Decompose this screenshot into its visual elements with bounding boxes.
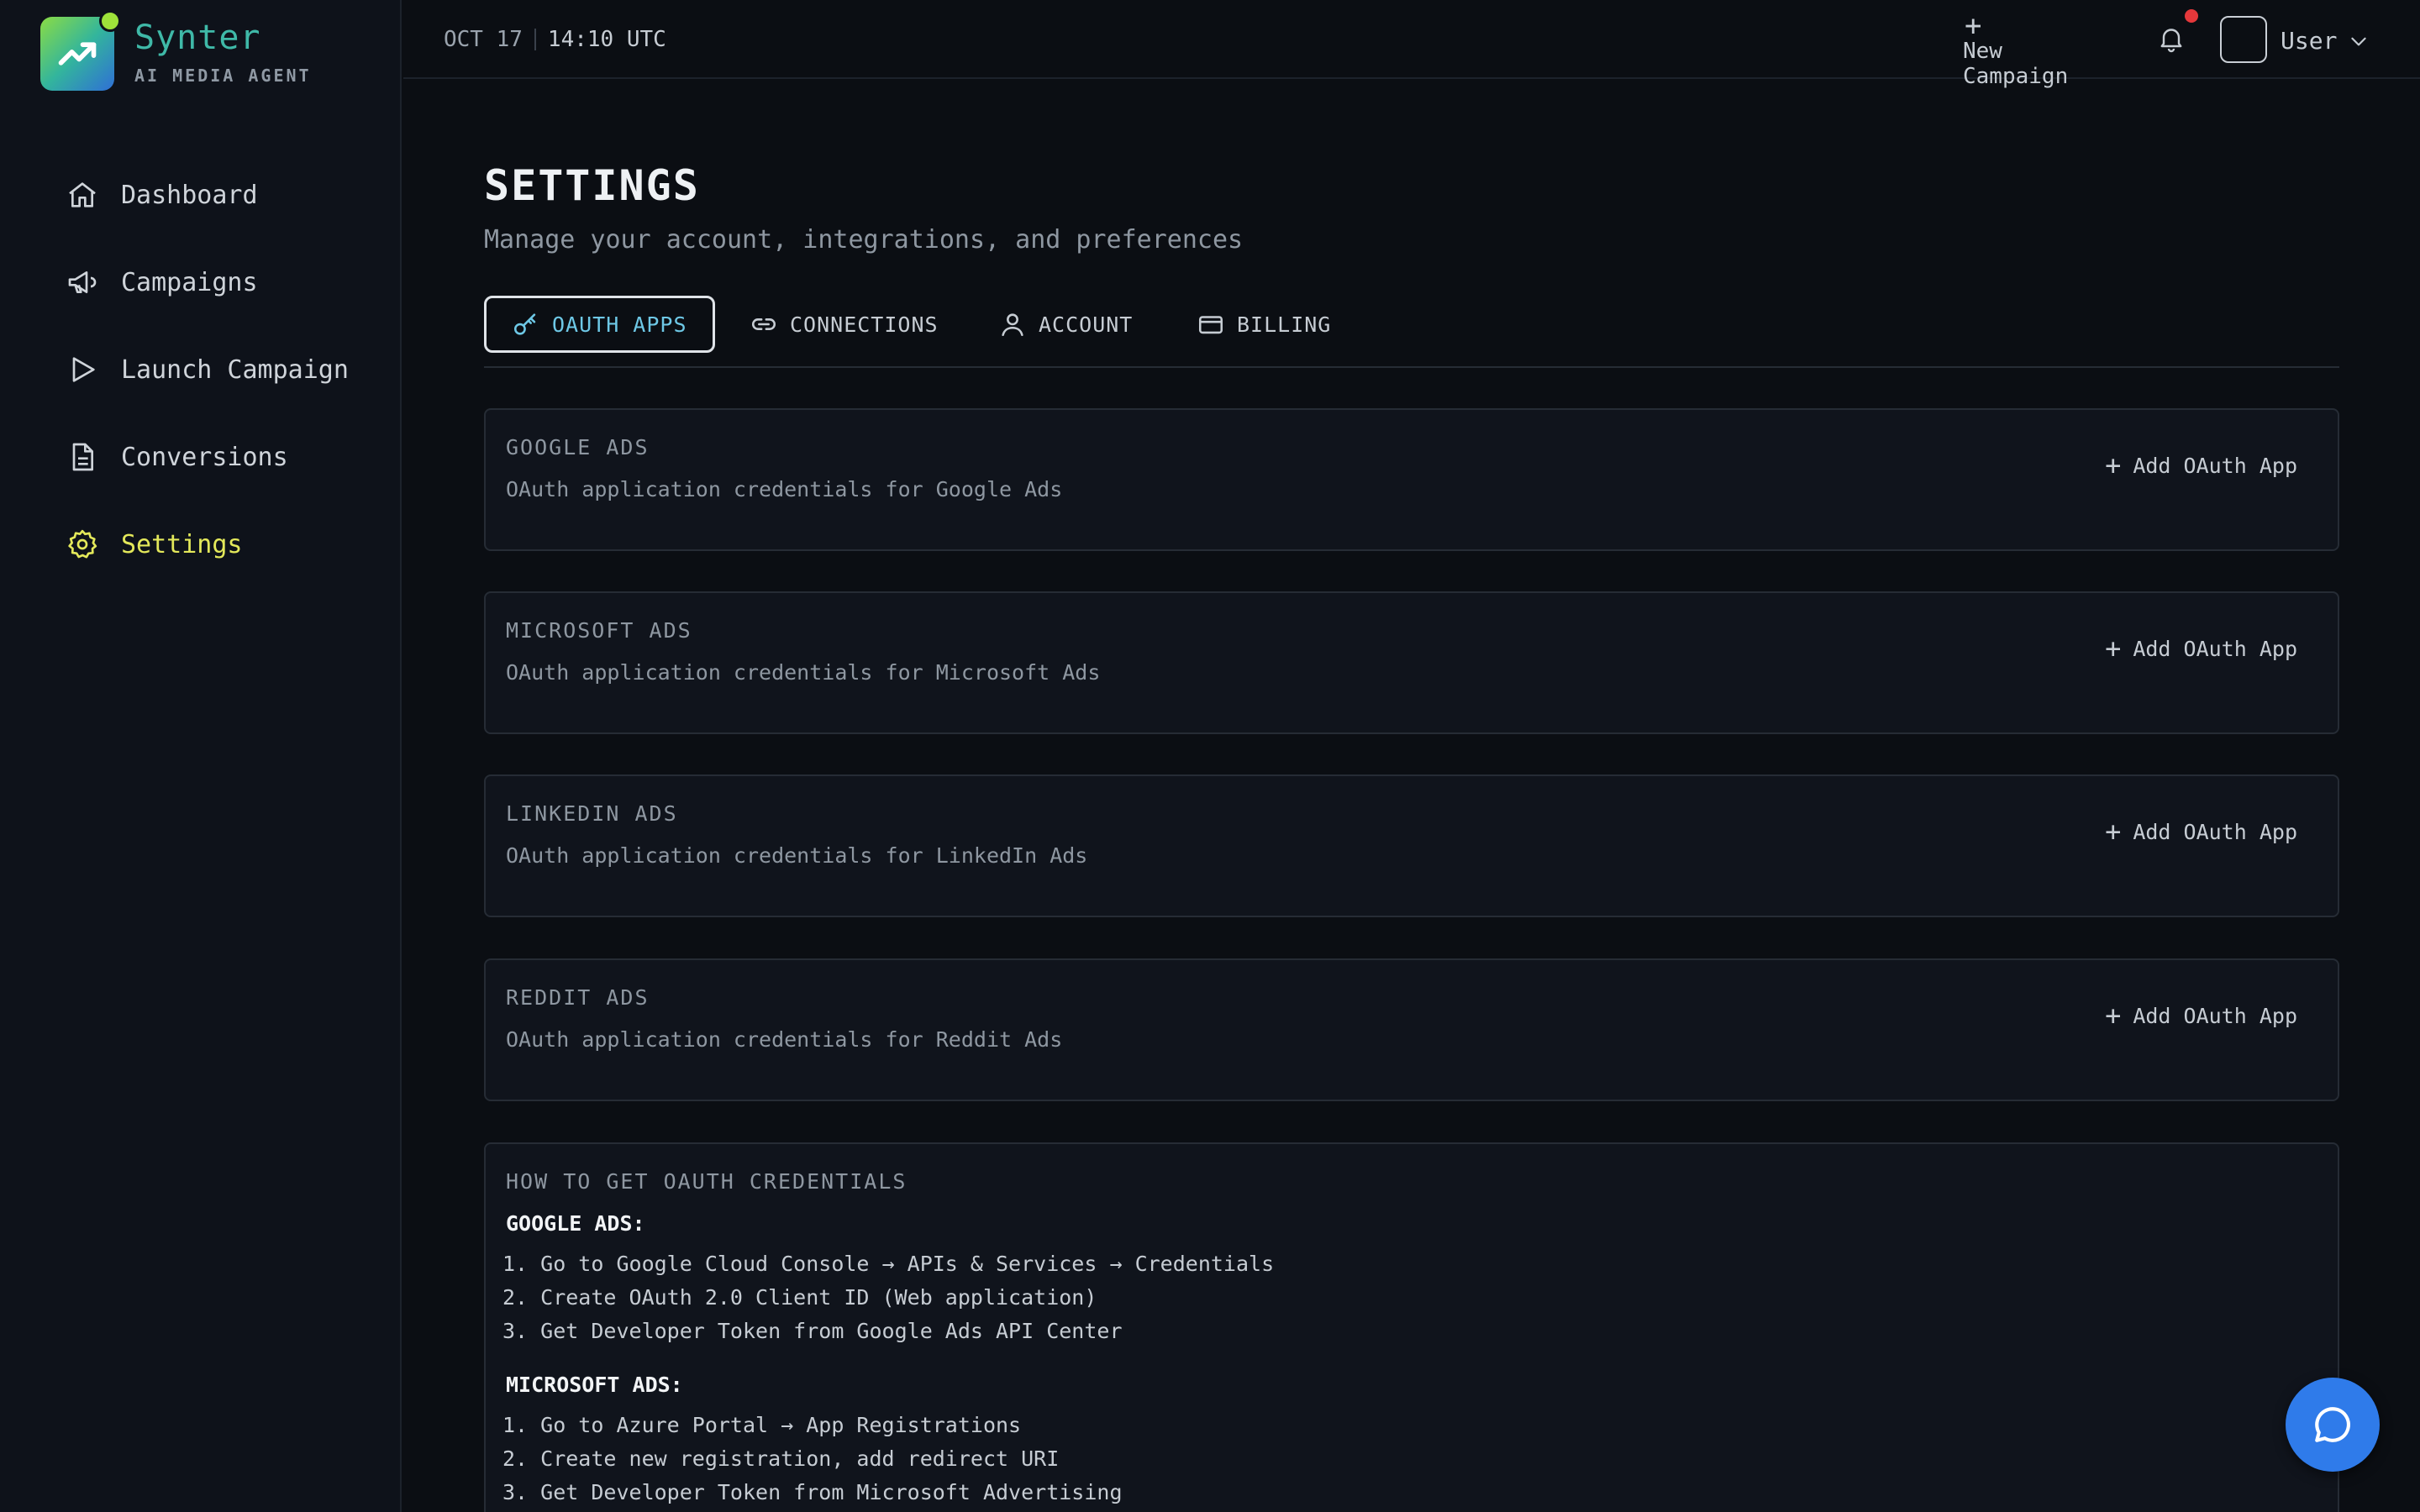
page-subtitle: Manage your account, integrations, and p…	[484, 225, 1244, 255]
instruction-step: 3. Get Developer Token from Microsoft Ad…	[502, 1480, 1123, 1504]
divider	[534, 29, 536, 50]
brand-name: Synter	[134, 18, 261, 57]
tab-billing[interactable]: BILLING	[1197, 296, 1331, 353]
plus-icon: +	[1965, 9, 1982, 43]
sidebar-item-label: Launch Campaign	[121, 354, 349, 385]
add-oauth-app-button[interactable]: + Add OAuth App	[2105, 635, 2297, 662]
avatar[interactable]	[2220, 16, 2267, 63]
chat-bubble-icon	[2315, 1407, 2350, 1442]
instruction-step: 2. Create OAuth 2.0 Client ID (Web appli…	[502, 1285, 1097, 1310]
credit-card-icon	[1198, 316, 1223, 334]
settings-tabs: OAUTH APPS CONNECTIONS ACCOUNT BILLING	[484, 296, 2339, 368]
top-bar: OCT 17 14:10 UTC	[403, 0, 2420, 79]
card-description: OAuth application credentials for Reddit…	[506, 1027, 1063, 1052]
plus-icon: +	[2105, 633, 2122, 664]
provider-card-microsoft-ads: MICROSOFT ADS OAuth application credenti…	[484, 591, 2339, 734]
brand-tagline: AI MEDIA AGENT	[134, 66, 312, 86]
button-label: Add OAuth App	[2133, 1003, 2297, 1028]
sidebar-nav: Dashboard Campaigns Launch Campaign Conv…	[66, 151, 385, 588]
sidebar-item-label: Dashboard	[121, 180, 258, 210]
document-icon	[72, 443, 93, 471]
plus-icon: +	[2105, 449, 2122, 481]
notification-badge	[2185, 9, 2198, 23]
key-icon	[513, 313, 536, 335]
new-campaign-label: New Campaign	[1963, 39, 2069, 89]
home-icon	[69, 182, 96, 207]
card-title: LINKEDIN ADS	[506, 801, 678, 826]
current-date: OCT 17	[444, 27, 523, 52]
sidebar-item-conversions[interactable]: Conversions	[66, 413, 385, 501]
tab-oauth-apps[interactable]: OAUTH APPS	[484, 296, 715, 353]
date-time: OCT 17 14:10 UTC	[444, 27, 666, 52]
instructions-section-heading: MICROSOFT ADS:	[506, 1373, 683, 1397]
provider-card-reddit-ads: REDDIT ADS OAuth application credentials…	[484, 958, 2339, 1101]
tab-label: OAUTH APPS	[552, 312, 687, 337]
button-label: Add OAuth App	[2133, 636, 2297, 661]
instruction-step: 3. Get Developer Token from Google Ads A…	[502, 1319, 1123, 1343]
current-time: 14:10 UTC	[547, 27, 666, 52]
page-title: SETTINGS	[484, 161, 700, 210]
sidebar: Synter AI MEDIA AGENT Dashboard Campaign…	[0, 0, 402, 1512]
provider-card-linkedin-ads: LINKEDIN ADS OAuth application credentia…	[484, 774, 2339, 917]
trending-up-icon	[58, 42, 97, 66]
card-description: OAuth application credentials for Linked…	[506, 843, 1088, 868]
sidebar-item-label: Conversions	[121, 442, 288, 472]
sidebar-item-campaigns[interactable]: Campaigns	[66, 239, 385, 326]
play-icon	[72, 357, 95, 382]
user-menu-label[interactable]: User	[2281, 27, 2337, 55]
sidebar-item-launch-campaign[interactable]: Launch Campaign	[66, 326, 385, 413]
sidebar-item-label: Campaigns	[121, 267, 258, 297]
new-campaign-button[interactable]: + New Campaign	[1963, 9, 2114, 89]
sidebar-item-label: Settings	[121, 529, 243, 559]
chat-button[interactable]	[2286, 1378, 2380, 1472]
add-oauth-app-button[interactable]: + Add OAuth App	[2105, 452, 2297, 479]
gear-icon	[68, 529, 97, 559]
tab-label: BILLING	[1237, 312, 1332, 337]
bell-icon[interactable]	[2156, 24, 2186, 54]
card-description: OAuth application credentials for Google…	[506, 477, 1063, 501]
instructions-section-heading: GOOGLE ADS:	[506, 1211, 645, 1236]
card-title: GOOGLE ADS	[506, 435, 650, 459]
tab-connections[interactable]: CONNECTIONS	[750, 296, 939, 353]
button-label: Add OAuth App	[2133, 453, 2297, 478]
add-oauth-app-button[interactable]: + Add OAuth App	[2105, 1002, 2297, 1029]
link-icon	[752, 318, 776, 330]
add-oauth-app-button[interactable]: + Add OAuth App	[2105, 818, 2297, 845]
megaphone-icon	[68, 271, 97, 293]
instruction-step: 2. Create new registration, add redirect…	[502, 1446, 1060, 1471]
sidebar-item-settings[interactable]: Settings	[66, 501, 385, 588]
tab-label: ACCOUNT	[1039, 312, 1134, 337]
tab-account[interactable]: ACCOUNT	[998, 296, 1133, 353]
status-dot	[99, 10, 121, 32]
card-title: MICROSOFT ADS	[506, 618, 692, 643]
card-description: OAuth application credentials for Micros…	[506, 660, 1101, 685]
instruction-step: 1. Go to Azure Portal → App Registration…	[502, 1413, 1022, 1437]
oauth-instructions-card: HOW TO GET OAUTH CREDENTIALS GOOGLE ADS:…	[484, 1142, 2339, 1512]
user-icon	[1002, 313, 1023, 337]
instruction-step: 1. Go to Google Cloud Console → APIs & S…	[502, 1252, 1275, 1276]
card-title: REDDIT ADS	[506, 985, 650, 1010]
provider-card-google-ads: GOOGLE ADS OAuth application credentials…	[484, 408, 2339, 551]
plus-icon: +	[2105, 1000, 2122, 1032]
sidebar-item-dashboard[interactable]: Dashboard	[66, 151, 385, 239]
instructions-title: HOW TO GET OAUTH CREDENTIALS	[506, 1169, 908, 1194]
plus-icon: +	[2105, 816, 2122, 848]
tab-label: CONNECTIONS	[790, 312, 939, 337]
chevron-down-icon[interactable]	[2348, 30, 2370, 52]
button-label: Add OAuth App	[2133, 819, 2297, 844]
